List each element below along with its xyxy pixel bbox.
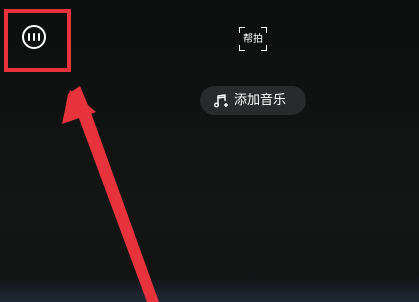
frame-corner	[261, 45, 267, 51]
frame-corner	[239, 45, 245, 51]
add-music-button[interactable]: 添加音乐	[200, 86, 306, 115]
help-shoot-label: 帮拍	[243, 34, 263, 45]
music-note-plus-icon	[214, 93, 228, 107]
red-highlight-box	[4, 9, 71, 72]
add-music-label: 添加音乐	[234, 93, 287, 108]
bottom-edge-band	[0, 276, 419, 302]
frame-corner	[239, 27, 245, 33]
camera-screen: 帮拍 添加音乐	[0, 0, 419, 302]
frame-corner	[261, 27, 267, 33]
help-shoot-button[interactable]: 帮拍	[239, 27, 267, 51]
